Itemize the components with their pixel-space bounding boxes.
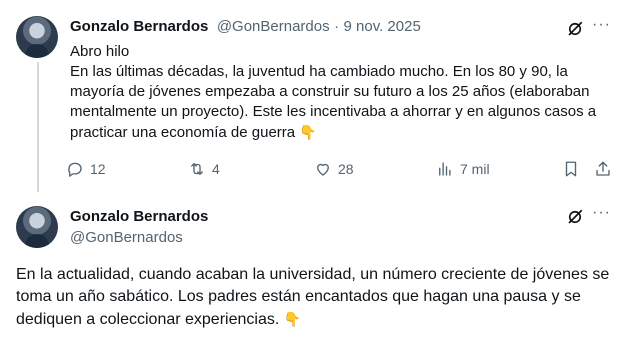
views-icon xyxy=(439,162,451,176)
like-icon xyxy=(317,163,329,176)
author-name[interactable]: Gonzalo Bernardos xyxy=(70,18,208,35)
avatar[interactable] xyxy=(16,206,58,248)
like-button[interactable]: 28 xyxy=(314,160,354,178)
retweet-icon xyxy=(191,163,203,175)
more-icon[interactable]: ··· xyxy=(592,16,611,34)
tweet-text: Abro hilo En las últimas décadas, la juv… xyxy=(70,42,610,143)
author-name[interactable]: Gonzalo Bernardos xyxy=(70,208,208,225)
author-handle[interactable]: @GonBernardos xyxy=(217,18,330,35)
tweet-date[interactable]: 9 nov. 2025 xyxy=(344,18,421,35)
views-count: 7 mil xyxy=(460,161,490,177)
bookmark-button[interactable] xyxy=(562,160,580,178)
reply-button[interactable]: 12 xyxy=(66,160,106,178)
reply-count: 12 xyxy=(90,161,106,177)
more-icon[interactable]: ··· xyxy=(592,204,611,222)
avatar[interactable] xyxy=(16,16,58,58)
thread-line xyxy=(37,62,39,192)
retweet-button[interactable]: 4 xyxy=(188,160,220,178)
tweet-header: Gonzalo Bernardos @GonBernardos xyxy=(70,208,208,246)
share-icon xyxy=(596,161,610,176)
tweet-text-body: En las últimas décadas, la juventud ha c… xyxy=(70,62,610,143)
reply-icon xyxy=(68,162,82,177)
tweet-text-content: En la actualidad, cuando acaban la unive… xyxy=(16,266,610,328)
author-handle[interactable]: @GonBernardos xyxy=(70,229,208,246)
retweet-count: 4 xyxy=(212,161,220,177)
tweet-text-line: Abro hilo xyxy=(70,43,130,60)
tweet-actions: 12 4 28 7 mil xyxy=(66,160,616,182)
tweet-header: Gonzalo Bernardos @GonBernardos · 9 nov.… xyxy=(70,18,421,36)
bookmark-icon xyxy=(565,161,577,177)
grok-icon[interactable] xyxy=(566,20,584,38)
grok-icon[interactable] xyxy=(566,208,584,226)
like-count: 28 xyxy=(338,161,354,177)
tweet-text-content: En las últimas décadas, la juventud ha c… xyxy=(70,63,597,141)
share-button[interactable] xyxy=(594,160,612,178)
pointing-down-emoji: 👇 xyxy=(283,311,302,327)
tweet-text: En la actualidad, cuando acaban la unive… xyxy=(16,264,612,331)
views-button[interactable]: 7 mil xyxy=(436,160,490,178)
separator: · xyxy=(334,18,340,35)
pointing-down-emoji: 👇 xyxy=(299,124,317,140)
